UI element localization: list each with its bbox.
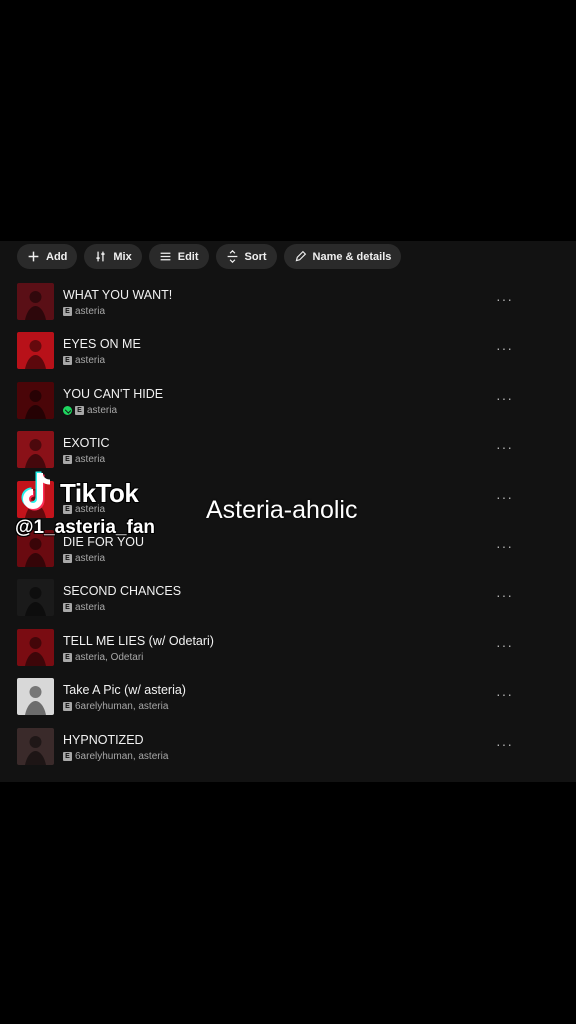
add-button[interactable]: Add (17, 244, 78, 269)
video-caption: Asteria-aholic (206, 496, 358, 524)
track-title: HYPNOTIZED (63, 732, 144, 747)
more-options-icon[interactable]: ··· (496, 539, 513, 553)
track-title: YOU CAN'T HIDE (63, 386, 164, 401)
tiktok-wordmark: TikTok (60, 478, 139, 508)
more-options-icon[interactable]: ··· (496, 440, 513, 454)
track-title: Take A Pic (w/ asteria) (63, 683, 186, 698)
album-art (17, 283, 54, 320)
tiktok-logo-icon (21, 471, 51, 511)
more-options-icon[interactable]: ··· (496, 638, 513, 652)
sort-button-label: Sort (244, 250, 267, 263)
track-subtitle: Easteria (63, 602, 105, 613)
explicit-badge: E (63, 702, 72, 712)
name-details-button-label: Name & details (312, 250, 392, 263)
name-details-button[interactable]: Name & details (283, 244, 402, 269)
plus-icon (28, 251, 39, 262)
more-options-icon[interactable]: ··· (496, 687, 513, 701)
track-subtitle: Easteria (63, 553, 105, 564)
explicit-badge: E (63, 603, 72, 613)
track-row[interactable]: HYPNOTIZED E 6arelyhuman, asteria ··· (0, 726, 576, 775)
track-row[interactable]: YOU CAN'T HIDE Easteria ··· (0, 380, 576, 429)
track-title: EXOTIC (63, 436, 110, 451)
explicit-badge: E (63, 553, 72, 563)
album-art (17, 332, 54, 370)
explicit-badge: E (63, 307, 72, 316)
add-button-label: Add (46, 250, 68, 263)
playlist-toolbar: Add Mix Edit Sort Name & details (17, 244, 402, 269)
track-row[interactable]: Take A Pic (w/ asteria) E 6arelyhuman, ast… (0, 676, 576, 725)
track-artists: asteria (87, 404, 118, 416)
track-subtitle: Easteria (63, 355, 105, 366)
pencil-icon (295, 250, 306, 262)
list-icon (160, 252, 171, 261)
album-art (17, 381, 54, 419)
mix-button-label: Mix (113, 250, 132, 263)
explicit-badge: E (75, 405, 84, 415)
track-row[interactable]: EYES ON ME Easteria ··· (0, 330, 576, 379)
track-subtitle: E 6arelyhuman, asteria (63, 751, 168, 762)
edit-button[interactable]: Edit (148, 244, 209, 269)
track-artists: asteria (75, 355, 106, 367)
explicit-badge: E (63, 652, 72, 662)
album-art (17, 727, 54, 765)
more-options-icon[interactable]: ··· (496, 292, 513, 306)
downloaded-icon (63, 405, 72, 415)
more-options-icon[interactable]: ··· (496, 588, 513, 602)
explicit-badge: E (63, 455, 72, 465)
explicit-badge: E (63, 356, 72, 366)
sort-icon (227, 250, 237, 263)
video-frame: Add Mix Edit Sort Name & details WHAT YO… (0, 0, 576, 1024)
sliders-icon (96, 251, 105, 262)
track-subtitle: Easteria, Odetari (63, 652, 143, 663)
album-art (17, 431, 54, 469)
track-artists: asteria (75, 306, 106, 317)
track-artists: 6arelyhuman, asteria (75, 701, 169, 713)
track-title: TELL ME LIES (w/ Odetari) (63, 633, 214, 648)
album-art (17, 579, 54, 617)
mix-button[interactable]: Mix (84, 244, 142, 269)
track-subtitle: Easteria (63, 306, 105, 317)
explicit-badge: E (63, 751, 72, 761)
track-subtitle: E 6arelyhuman, asteria (63, 701, 168, 712)
tiktok-handle: @1_asteria_fan (15, 517, 155, 538)
track-artists: 6arelyhuman, asteria (75, 750, 169, 762)
track-title: WHAT YOU WANT! (63, 288, 173, 302)
edit-button-label: Edit (177, 250, 199, 263)
more-options-icon[interactable]: ··· (496, 391, 513, 405)
more-options-icon[interactable]: ··· (496, 490, 513, 504)
album-art (17, 678, 54, 716)
track-row[interactable]: EXOTIC Easteria ··· (0, 429, 576, 478)
sort-button[interactable]: Sort (215, 244, 277, 269)
track-row[interactable]: TELL ME LIES (w/ Odetari) Easteria, Odeta… (0, 627, 576, 676)
more-options-icon[interactable]: ··· (496, 737, 513, 751)
track-subtitle: Easteria (63, 454, 105, 465)
track-title: EYES ON ME (63, 337, 141, 352)
album-art (17, 628, 54, 666)
more-options-icon[interactable]: ··· (496, 341, 513, 355)
track-artists: asteria (75, 602, 106, 614)
track-artists: asteria (75, 552, 106, 564)
track-title: SECOND CHANCES (63, 584, 182, 599)
track-artists: asteria, Odetari (75, 651, 144, 663)
track-row[interactable]: WHAT YOU WANT! Easteria ··· (0, 281, 576, 330)
track-row[interactable]: SECOND CHANCES Easteria ··· (0, 577, 576, 626)
track-artists: asteria (75, 454, 106, 466)
track-subtitle: Easteria (63, 405, 117, 416)
